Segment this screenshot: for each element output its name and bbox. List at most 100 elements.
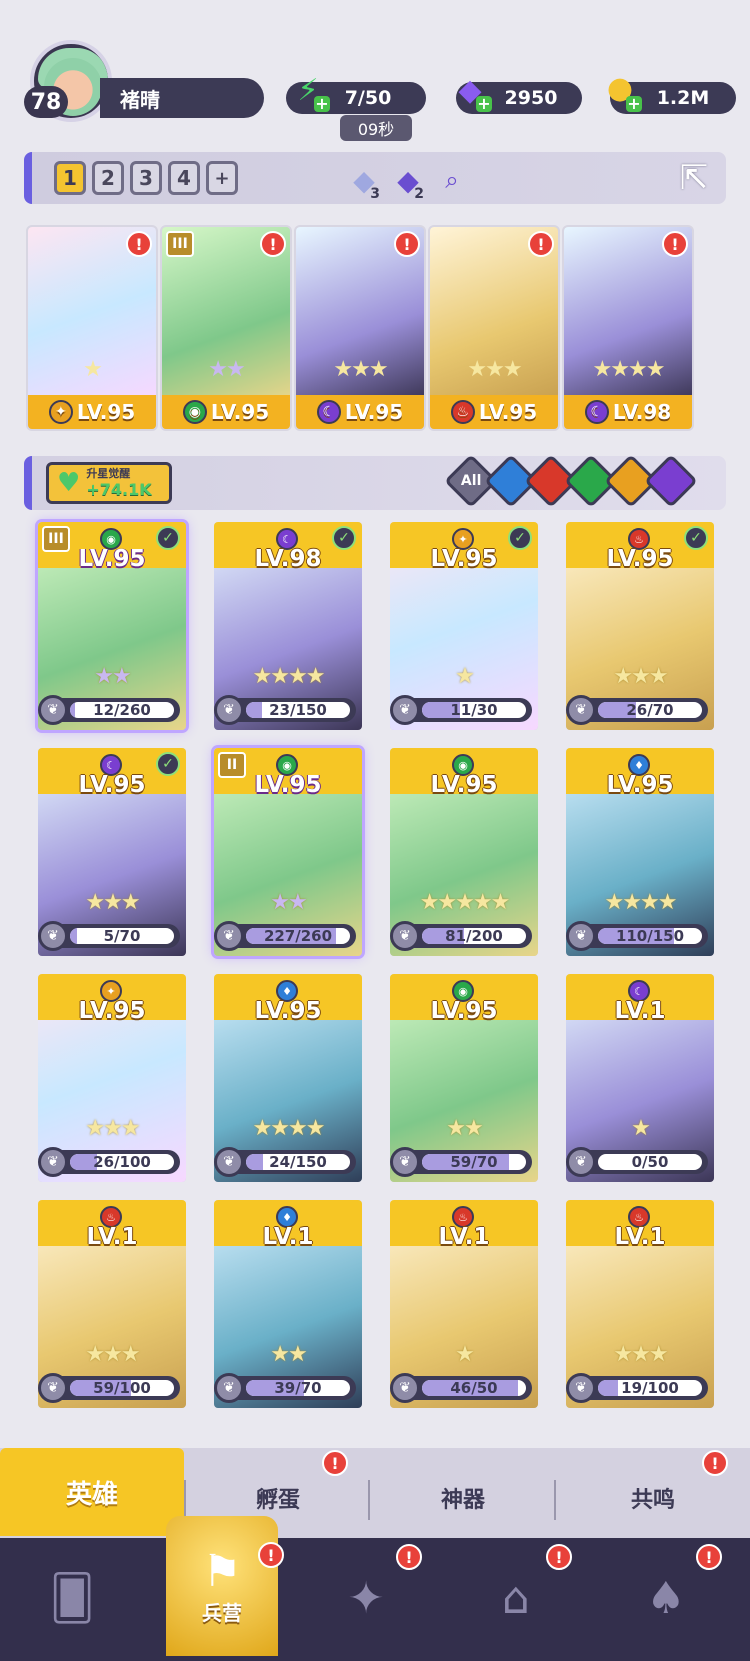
star-awaken-button[interactable]: ♥ 升星觉醒 +74.1K (46, 462, 172, 504)
team-slot-1[interactable]: 1 (54, 161, 86, 195)
shard-icon: ❦ (214, 1147, 244, 1177)
team-hero-card[interactable]: ★★★★ ☾ LV.98! (562, 225, 694, 431)
add-gold-icon[interactable]: + (626, 96, 642, 112)
shard-progress: ❦ 81/200 (390, 921, 532, 951)
alert-icon: ! (394, 231, 420, 257)
shard-icon: ❦ (214, 1373, 244, 1403)
check-icon: ✓ (684, 526, 708, 550)
hero-stars: ★★★★ (252, 664, 326, 689)
nav-button-5[interactable]: ♠! (616, 1544, 722, 1648)
hero-level-bar: ♨ LV.95 (430, 395, 558, 429)
hero-card[interactable]: ☾ LV.95 ✓ ★★★ ❦ 5/70 (38, 748, 186, 956)
shard-icon: ❦ (390, 1147, 420, 1177)
hero-level: LV.95 (344, 400, 404, 424)
hero-card[interactable]: ✦ LV.95 ✓ ★ ❦ 11/30 (390, 522, 538, 730)
shard-progress-bar: 59/70 (422, 1154, 526, 1170)
hero-card[interactable]: ♦ LV.95 ★★★★ ❦ 110/150 (566, 748, 714, 956)
hero-stars: ★★★ (613, 1342, 668, 1367)
player-name[interactable]: 褚晴 (100, 78, 264, 118)
search-icon[interactable]: ⌕ (432, 160, 472, 200)
tab-divider (184, 1480, 186, 1520)
shard-progress-bar: 39/70 (246, 1380, 350, 1396)
team-slot-2[interactable]: 2 (92, 161, 124, 195)
shard-progress-text: 19/100 (621, 1380, 679, 1396)
hero-level: LV.95 (606, 772, 674, 798)
shard-progress-bar: 26/70 (598, 702, 702, 718)
nav-label: 兵营 (202, 1601, 242, 1625)
hero-level: LV.95 (76, 400, 136, 424)
shard-progress-text: 24/150 (269, 1154, 327, 1170)
team-slot-3[interactable]: 3 (130, 161, 162, 195)
add-energy-icon[interactable]: + (314, 96, 330, 112)
add-team-slot-button[interactable]: + (206, 161, 238, 195)
crystal-item-icon[interactable]: ◆ 3 (344, 160, 384, 203)
element-dark-icon: ☾ (584, 400, 609, 424)
hero-card[interactable]: ♨ LV.1 ★★★ ❦ 59/100 (38, 1200, 186, 1408)
hero-card[interactable]: ☾ LV.98 ✓ ★★★★ ❦ 23/150 (214, 522, 362, 730)
hero-stars: ★ (83, 357, 103, 382)
mushroom-house-icon: ♠ (646, 1572, 686, 1624)
shard-progress: ❦ 12/260 (38, 695, 180, 725)
cards-icon: 🂠 (49, 1572, 95, 1624)
shard-progress-text: 59/100 (93, 1380, 151, 1396)
tab-4[interactable]: 共鸣! (556, 1450, 750, 1536)
dark-crystal-item-icon[interactable]: ◆ 2 (388, 160, 428, 203)
check-icon: ✓ (156, 752, 180, 776)
shard-progress-bar: 110/150 (598, 928, 702, 944)
nav-button-2[interactable]: ⚑ 兵营! (166, 1516, 284, 1656)
shard-progress-text: 5/70 (103, 928, 141, 944)
shard-progress: ❦ 39/70 (214, 1373, 356, 1403)
hero-level: LV.98 (612, 400, 672, 424)
tab-1[interactable]: 英雄 (0, 1448, 184, 1536)
hero-stars: ★★ (94, 664, 131, 689)
nav-button-1[interactable]: 🂠 (22, 1548, 122, 1648)
hero-card[interactable]: ♦ LV.95 ★★★★ ❦ 24/150 (214, 974, 362, 1182)
hero-stars: ★ (455, 1342, 475, 1367)
hero-card[interactable]: ◉ LV.95 II ★★ ❦ 227/260 (214, 748, 362, 956)
hero-level: LV.1 (262, 1224, 314, 1250)
shard-progress-text: 81/200 (445, 928, 503, 944)
shard-progress: ❦ 11/30 (390, 695, 532, 725)
hero-card[interactable]: ♨ LV.1 ★★★ ❦ 19/100 (566, 1200, 714, 1408)
shard-progress-text: 110/150 (615, 928, 685, 944)
tab-label: 英雄 (65, 1479, 118, 1510)
tab-3[interactable]: 神器 (370, 1460, 556, 1536)
shard-progress: ❦ 227/260 (214, 921, 356, 951)
alert-icon: ! (260, 231, 286, 257)
hero-level: LV.95 (478, 400, 538, 424)
team-slot-4[interactable]: 4 (168, 161, 200, 195)
team-hero-card[interactable]: ★★ ◉ LV.95! III (160, 225, 292, 431)
shard-progress-text: 26/70 (626, 702, 674, 718)
hero-level-bar: ☾ LV.95 (296, 395, 424, 429)
hero-card[interactable]: ✦ LV.95 ★★★ ❦ 26/100 (38, 974, 186, 1182)
map-book-icon: ✦ (347, 1572, 385, 1624)
rank-badge-icon: III (42, 526, 70, 552)
shard-icon: ❦ (38, 695, 68, 725)
check-icon: ✓ (332, 526, 356, 550)
lightning-icon: ⚡ + (297, 72, 330, 113)
alert-icon: ! (528, 231, 554, 257)
hero-card[interactable]: ◉ LV.95 ★★★★★ ❦ 81/200 (390, 748, 538, 956)
nav-button-3[interactable]: ✦! (316, 1544, 422, 1648)
shard-progress-bar: 59/100 (70, 1380, 174, 1396)
alert-icon: ! (258, 1542, 284, 1568)
hero-card[interactable]: ♨ LV.95 ✓ ★★★ ❦ 26/70 (566, 522, 714, 730)
hero-stars: ★★★★★ (419, 890, 511, 915)
hero-card[interactable]: ◉ LV.95 ✓ III ★★ ❦ 12/260 (38, 522, 186, 730)
hero-card[interactable]: ♦ LV.1 ★★ ❦ 39/70 (214, 1200, 362, 1408)
shard-progress-bar: 19/100 (598, 1380, 702, 1396)
team-hero-card[interactable]: ★ ✦ LV.95! (26, 225, 158, 431)
hero-level-bar: ☾ LV.98 (564, 395, 692, 429)
add-gems-icon[interactable]: + (476, 96, 492, 112)
nav-button-4[interactable]: ⌂! (466, 1544, 572, 1648)
share-icon[interactable]: ⇱ (672, 156, 716, 200)
shard-progress-bar: 46/50 (422, 1380, 526, 1396)
team-hero-card[interactable]: ★★★ ☾ LV.95! (294, 225, 426, 431)
hero-card[interactable]: ☾ LV.1 ★ ❦ 0/50 (566, 974, 714, 1182)
shard-progress: ❦ 26/70 (566, 695, 708, 725)
hero-card[interactable]: ♨ LV.1 ★ ❦ 46/50 (390, 1200, 538, 1408)
alert-icon: ! (126, 231, 152, 257)
hero-card[interactable]: ◉ LV.95 ★★ ❦ 59/70 (390, 974, 538, 1182)
hero-stars: ★★★★ (252, 1116, 326, 1141)
team-hero-card[interactable]: ★★★ ♨ LV.95! (428, 225, 560, 431)
